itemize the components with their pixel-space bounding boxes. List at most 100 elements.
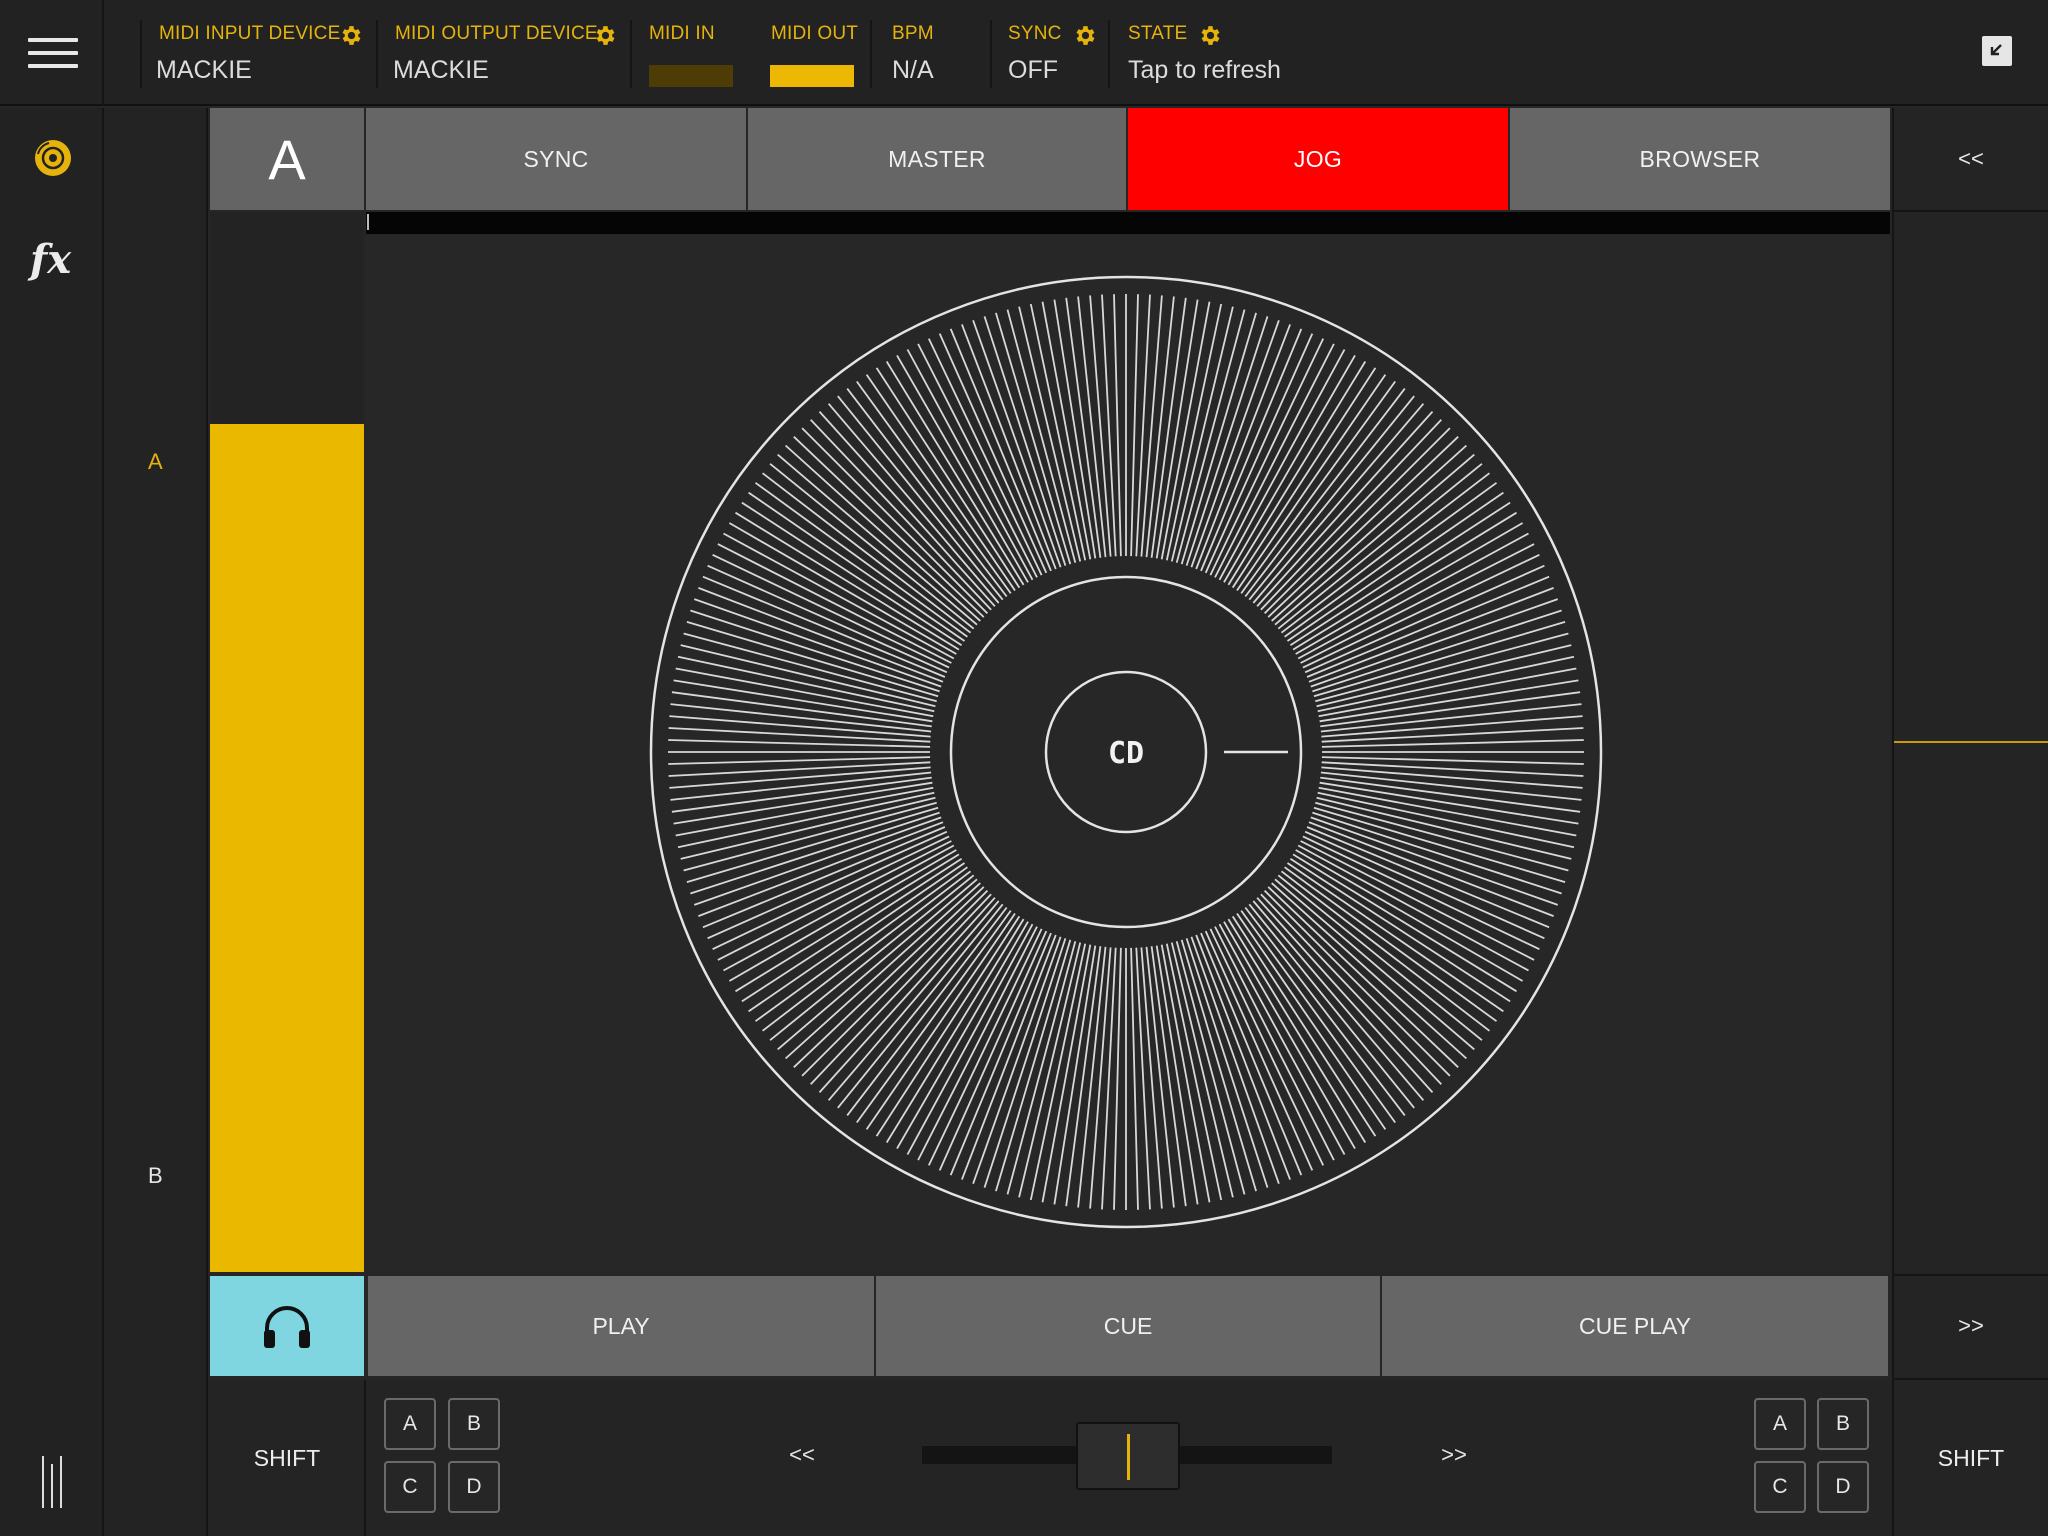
menu-icon-line — [28, 51, 78, 55]
jog-tick — [846, 388, 1008, 598]
menu-button[interactable] — [0, 0, 104, 106]
jog-wheel[interactable]: CD — [646, 272, 1606, 1232]
jog-tick — [707, 830, 948, 940]
deck-a-label[interactable]: A — [148, 449, 163, 475]
jog-tick — [1218, 349, 1346, 581]
crossfader-handle[interactable] — [1076, 1422, 1180, 1490]
state-value: Tap to refresh — [1128, 56, 1281, 84]
nudge-back-button[interactable]: << — [762, 1430, 842, 1480]
jog-tick — [1240, 380, 1396, 594]
hotcue-right-b[interactable]: B — [1817, 1398, 1869, 1450]
disc-icon[interactable] — [34, 139, 72, 177]
next-deck-button[interactable]: >> — [1894, 1276, 2048, 1376]
gear-icon[interactable] — [593, 23, 618, 48]
previous-deck-button[interactable]: << — [1894, 108, 2048, 210]
jog-tick — [668, 739, 931, 748]
divider — [1108, 20, 1110, 88]
jog-tick — [1319, 679, 1579, 723]
jog-tick — [673, 781, 933, 825]
fx-icon[interactable]: fx — [30, 236, 78, 284]
nudge-forward-button[interactable]: >> — [1414, 1430, 1494, 1480]
jog-tick — [972, 936, 1062, 1185]
jog-tick — [1321, 756, 1584, 765]
gear-icon[interactable] — [339, 23, 364, 48]
deck-b-label[interactable]: B — [148, 1163, 163, 1189]
divider — [140, 20, 142, 88]
jog-tick — [754, 866, 968, 1022]
jog-tick — [1240, 910, 1396, 1124]
state-status[interactable]: STATE Tap to refresh — [1128, 18, 1348, 92]
jog-tick — [769, 874, 975, 1041]
collapse-button[interactable] — [1982, 36, 2012, 66]
jog-tick — [906, 923, 1034, 1155]
shift-button-left[interactable]: SHIFT — [210, 1380, 364, 1536]
jog-tick — [1135, 294, 1151, 557]
hotcue-right-d[interactable]: D — [1817, 1461, 1869, 1513]
cue-play-button[interactable]: CUE PLAY — [1382, 1276, 1888, 1376]
tab-master[interactable]: MASTER — [748, 108, 1126, 210]
jog-tick — [669, 715, 931, 738]
jog-tick — [1130, 947, 1139, 1210]
collapse-icon — [1990, 44, 2002, 56]
deck-indicator: A — [210, 108, 364, 210]
midi-out-label: MIDI OUT — [771, 23, 859, 44]
hotcue-right-a[interactable]: A — [1754, 1398, 1806, 1450]
jog-tick — [846, 906, 1008, 1116]
right-column-divider — [1894, 210, 2048, 212]
jog-tick — [668, 727, 931, 743]
cue-button[interactable]: CUE — [876, 1276, 1380, 1376]
jog-tick — [769, 463, 975, 630]
gear-icon[interactable] — [1198, 23, 1223, 48]
hotcue-left-a[interactable]: A — [384, 1398, 436, 1450]
jog-tick — [1053, 299, 1097, 559]
jog-tick — [837, 903, 1004, 1109]
tab-sync[interactable]: SYNC — [366, 108, 746, 210]
divider — [376, 20, 378, 88]
jog-tick — [1284, 866, 1498, 1022]
jog-tick — [1321, 727, 1584, 743]
headphone-cue-button[interactable] — [210, 1276, 364, 1376]
playhead-marker — [367, 214, 369, 230]
pitch-fader-level — [210, 424, 364, 1272]
jog-tick — [1101, 294, 1117, 557]
track-position-bar[interactable] — [366, 212, 1890, 234]
jog-tick — [1113, 294, 1122, 557]
play-button[interactable]: PLAY — [368, 1276, 874, 1376]
sync-value: OFF — [1008, 56, 1058, 84]
crossfader-handle-marker — [1127, 1434, 1130, 1480]
mixer-icon[interactable] — [40, 1456, 66, 1508]
jog-tick — [1310, 598, 1559, 688]
jog-tick — [754, 482, 968, 638]
divider — [990, 20, 992, 88]
jog-tick — [693, 598, 942, 688]
jog-tick — [1101, 947, 1117, 1210]
tab-jog[interactable]: JOG — [1128, 108, 1508, 210]
hotcue-left-d[interactable]: D — [448, 1461, 500, 1513]
jog-tick — [1321, 739, 1584, 748]
mixer-icon-line — [51, 1464, 53, 1508]
jog-tick — [1297, 844, 1529, 972]
hotcue-left-c[interactable]: C — [384, 1461, 436, 1513]
hotcue-left-b[interactable]: B — [448, 1398, 500, 1450]
shift-button-right[interactable]: SHIFT — [1894, 1380, 2048, 1536]
midi-output-device[interactable]: MIDI OUTPUT DEVICE MACKIE — [393, 18, 613, 92]
jog-tick — [1218, 923, 1346, 1155]
jog-tick — [1319, 781, 1579, 825]
hotcue-right-c[interactable]: C — [1754, 1461, 1806, 1513]
divider — [630, 20, 632, 88]
midi-in-indicator — [649, 65, 733, 87]
state-label: STATE — [1128, 23, 1188, 44]
tempo-marker — [1894, 741, 2048, 743]
jog-tick — [1244, 906, 1406, 1116]
deck-selector-column — [104, 108, 208, 1536]
jog-tick — [762, 472, 972, 634]
jog-tick — [1321, 715, 1583, 738]
menu-icon — [28, 38, 78, 42]
sync-label: SYNC — [1008, 23, 1062, 44]
gear-icon[interactable] — [1073, 23, 1098, 48]
jog-tick — [1204, 333, 1314, 574]
jog-tick — [1304, 564, 1545, 674]
jog-tick — [1263, 889, 1451, 1077]
bpm-label: BPM — [892, 23, 934, 44]
tab-browser[interactable]: BROWSER — [1510, 108, 1890, 210]
